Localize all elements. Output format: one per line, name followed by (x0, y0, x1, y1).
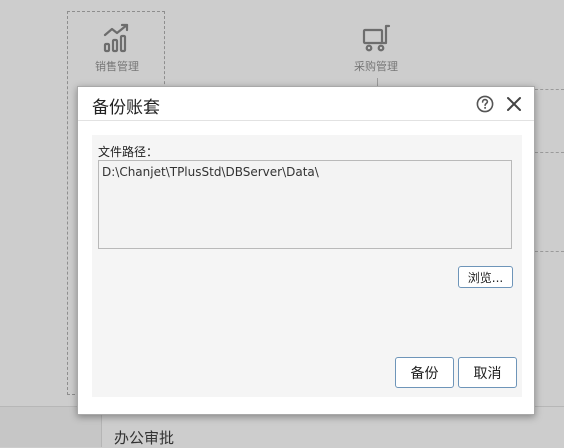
file-path-field[interactable]: D:\Chanjet\TPlusStd\DBServer\Data\ (98, 160, 512, 249)
title-divider (78, 120, 534, 121)
flow-dash (535, 89, 564, 90)
sales-chart-icon (103, 23, 129, 53)
purchase-management-label: 采购管理 (354, 60, 398, 73)
close-icon[interactable] (504, 94, 524, 114)
sales-management-label: 销售管理 (95, 60, 139, 73)
backup-account-dialog: 备份账套 文件路径： D:\Chanjet\TPlusStd\DBServer\… (77, 86, 535, 415)
office-approval-label: 办公审批 (114, 429, 175, 447)
purchase-management-item[interactable]: 采购管理 (344, 22, 408, 74)
dialog-title: 备份账套 (92, 98, 160, 118)
file-path-label: 文件路径： (98, 145, 159, 159)
browse-button[interactable]: 浏览... (458, 266, 513, 288)
dialog-body: 文件路径： D:\Chanjet\TPlusStd\DBServer\Data\… (92, 135, 522, 397)
flow-dash (535, 152, 564, 153)
sales-management-item[interactable]: 销售管理 (85, 22, 149, 74)
purchase-cart-icon (362, 24, 391, 52)
cancel-button[interactable]: 取消 (458, 357, 517, 388)
backup-button[interactable]: 备份 (395, 357, 454, 388)
help-icon[interactable] (476, 95, 494, 113)
flow-dash (535, 251, 564, 252)
